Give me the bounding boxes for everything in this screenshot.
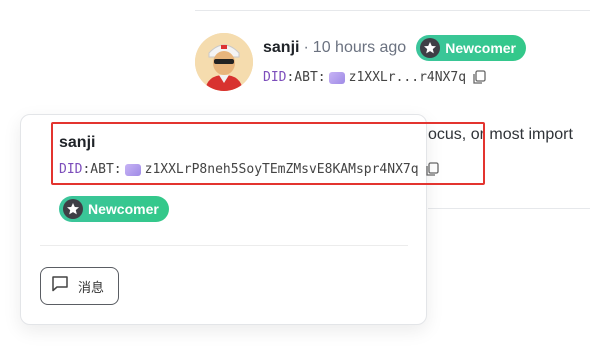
did-prefix: DID xyxy=(263,70,287,85)
newcomer-badge: Newcomer xyxy=(59,196,169,222)
separator: · xyxy=(303,39,309,56)
avatar[interactable] xyxy=(195,33,253,91)
did-short: z1XXLr...r4NX7q xyxy=(348,70,467,85)
message-label: 消息 xyxy=(78,279,105,295)
post-time: 10 hours ago xyxy=(312,39,407,56)
did-highlight-box xyxy=(51,122,485,185)
author-did: DID :ABT: z1XXLr...r4NX7q xyxy=(263,70,486,85)
copy-icon[interactable] xyxy=(472,70,486,85)
newcomer-star-icon xyxy=(63,199,83,219)
badge-label: Newcomer xyxy=(88,201,159,217)
content-divider xyxy=(428,208,590,209)
badge-label: Newcomer xyxy=(445,40,517,56)
newcomer-star-icon xyxy=(420,38,441,58)
top-divider xyxy=(195,10,590,11)
chat-bubble-icon xyxy=(51,275,69,297)
message-button[interactable]: 消息 xyxy=(40,267,119,305)
popover-divider xyxy=(40,245,408,246)
newcomer-badge: Newcomer xyxy=(416,35,527,61)
did-chip-icon xyxy=(328,71,345,84)
author-line: sanji · 10 hours ago Newcomer xyxy=(263,35,527,61)
author-name[interactable]: sanji xyxy=(263,39,299,57)
did-method: :ABT: xyxy=(286,70,326,85)
popover-badge-wrap: Newcomer xyxy=(59,196,169,222)
